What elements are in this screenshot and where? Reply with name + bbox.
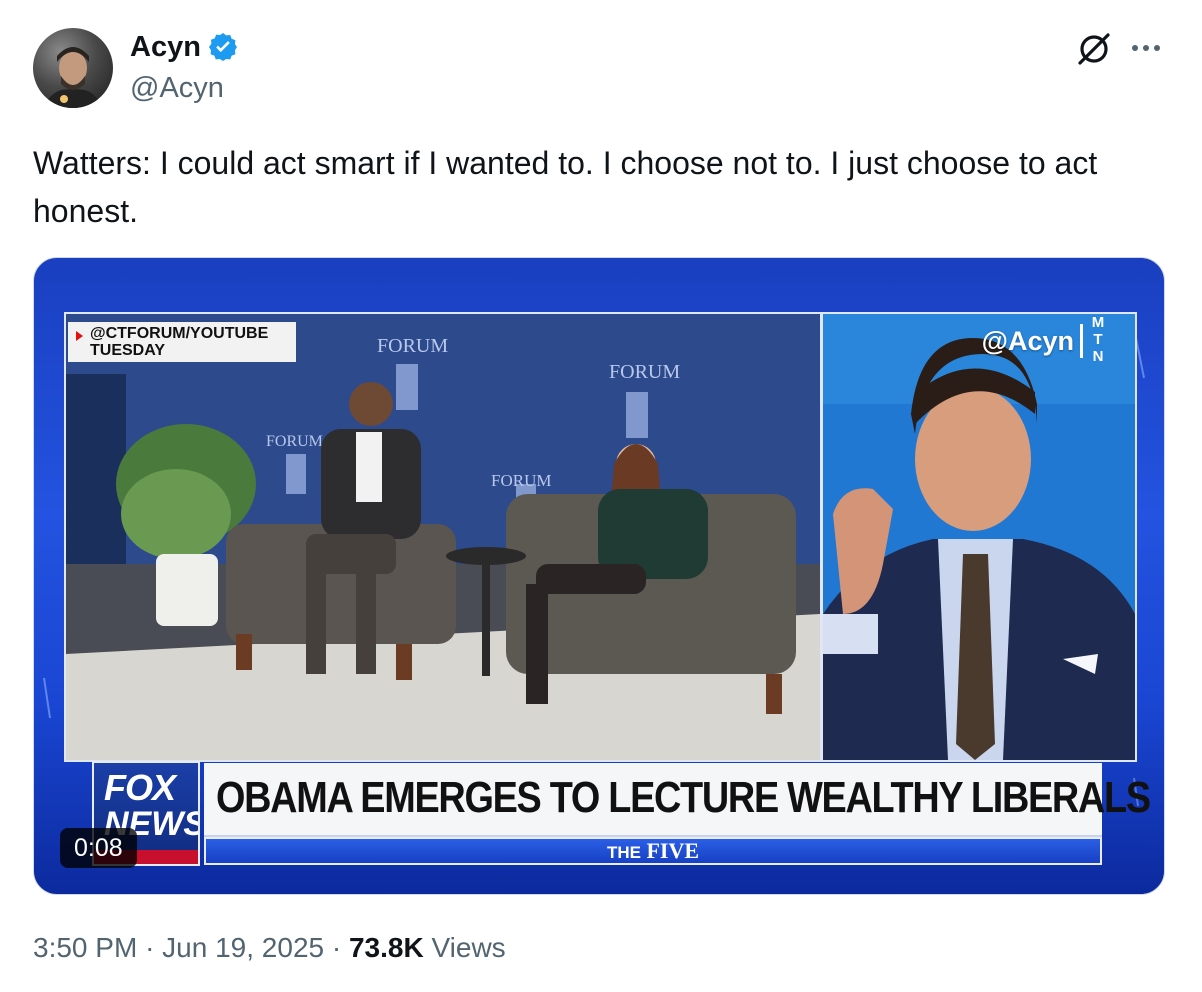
video-player[interactable]: FORUM FORUM FORUM FORUM FORUM	[33, 257, 1165, 895]
host-illustration	[823, 314, 1135, 760]
chyron-headline: OBAMA EMERGES TO LECTURE WEALTHY LIBERAL…	[216, 773, 1151, 822]
watermark: @Acyn	[982, 324, 1089, 358]
stage-sign-text: FORUM	[609, 361, 680, 383]
tweet-meta: 3:50 PM · Jun 19, 2025 · 73.8K Views	[33, 928, 506, 968]
tweet-text: Watters: I could act smart if I wanted t…	[33, 145, 1098, 229]
show-name: FIVE	[646, 838, 700, 863]
show-bar: THE FIVE	[204, 837, 1102, 865]
stage-illustration: FORUM FORUM FORUM FORUM FORUM	[66, 314, 820, 760]
tweet-time[interactable]: 3:50 PM	[33, 932, 137, 963]
meta-separator: ·	[331, 932, 342, 963]
show-prefix: THE	[606, 843, 641, 862]
verified-badge-icon	[207, 31, 239, 63]
stage-sign-text: FORUM	[491, 471, 551, 490]
headline-box: OBAMA EMERGES TO LECTURE WEALTHY LIBERAL…	[204, 763, 1151, 837]
watermark-divider	[1080, 324, 1083, 358]
more-horizontal-icon[interactable]	[1126, 34, 1166, 62]
meta-separator: ·	[145, 932, 155, 963]
views-count[interactable]: 73.8K	[349, 932, 424, 963]
author-name-row[interactable]: Acyn	[130, 30, 239, 64]
source-tag-line1: @CTFORUM/YOUTUBE	[90, 325, 269, 342]
avatar[interactable]	[33, 28, 113, 108]
stage-scene: FORUM FORUM FORUM FORUM FORUM	[64, 312, 822, 762]
views-label[interactable]: Views	[431, 932, 505, 963]
host-scene: @Acyn M T N	[821, 312, 1137, 762]
mtn-letter: M	[1091, 314, 1105, 331]
stage-sign-text: FORUM	[377, 335, 448, 357]
network-logo-line1: FOX	[104, 767, 176, 808]
tweet-date[interactable]: Jun 19, 2025	[162, 932, 324, 963]
news-chyron: FOX NEWS OBAMA EMERGES TO LECTURE WEALTH…	[92, 761, 1151, 869]
author-display-name[interactable]: Acyn	[130, 30, 201, 64]
source-tag-line2: TUESDAY	[90, 342, 165, 359]
stage-sign-text: FORUM	[266, 433, 323, 450]
show-title: THE FIVE	[206, 839, 1100, 865]
avatar-image	[43, 47, 103, 108]
play-triangle-icon	[76, 331, 83, 341]
video-duration-badge: 0:08	[60, 828, 137, 868]
grok-slash-circle-icon[interactable]	[1075, 30, 1113, 68]
source-tag: @CTFORUM/YOUTUBE TUESDAY	[68, 322, 296, 362]
mtn-letter: N	[1092, 348, 1104, 365]
watermark-handle: @Acyn	[981, 325, 1074, 356]
mtn-letter: T	[1093, 331, 1103, 348]
author-handle[interactable]: @Acyn	[130, 70, 224, 106]
mtn-logo: M T N	[1091, 314, 1105, 365]
